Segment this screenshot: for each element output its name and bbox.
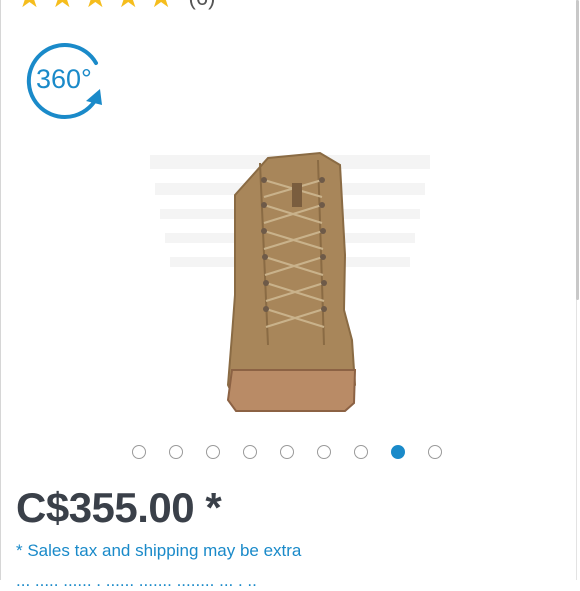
rating[interactable]: ★ ★ ★ ★ ★ (6) [16, 0, 216, 13]
rotate-360-icon: 360° [26, 43, 102, 119]
carousel-dot[interactable] [132, 445, 146, 459]
rating-count[interactable]: (6) [189, 0, 216, 10]
star-icon: ★ [115, 0, 142, 13]
scrollbar-thumb[interactable] [576, 0, 579, 300]
carousel-dot[interactable] [169, 445, 183, 459]
left-border [0, 0, 1, 580]
boot-image [150, 151, 430, 412]
star-icon: ★ [49, 0, 76, 13]
star-icon: ★ [82, 0, 109, 13]
product-image[interactable] [140, 135, 440, 425]
carousel-dot[interactable] [428, 445, 442, 459]
view-360-label: 360° [36, 64, 92, 94]
carousel-dot-active[interactable] [391, 445, 405, 459]
star-icon: ★ [16, 0, 43, 13]
carousel-dot[interactable] [354, 445, 368, 459]
carousel-dot[interactable] [317, 445, 331, 459]
carousel-dot[interactable] [206, 445, 220, 459]
tax-note: * Sales tax and shipping may be extra [16, 541, 302, 560]
star-icon: ★ [148, 0, 175, 13]
product-price: C$355.00 * [16, 484, 222, 531]
carousel-dots [132, 445, 465, 459]
cut-off-text: ... ..... ...... . ...... ....... ......… [16, 571, 257, 590]
view-360-button[interactable]: 360° [26, 43, 110, 121]
carousel-dot[interactable] [280, 445, 294, 459]
carousel-dot[interactable] [243, 445, 257, 459]
